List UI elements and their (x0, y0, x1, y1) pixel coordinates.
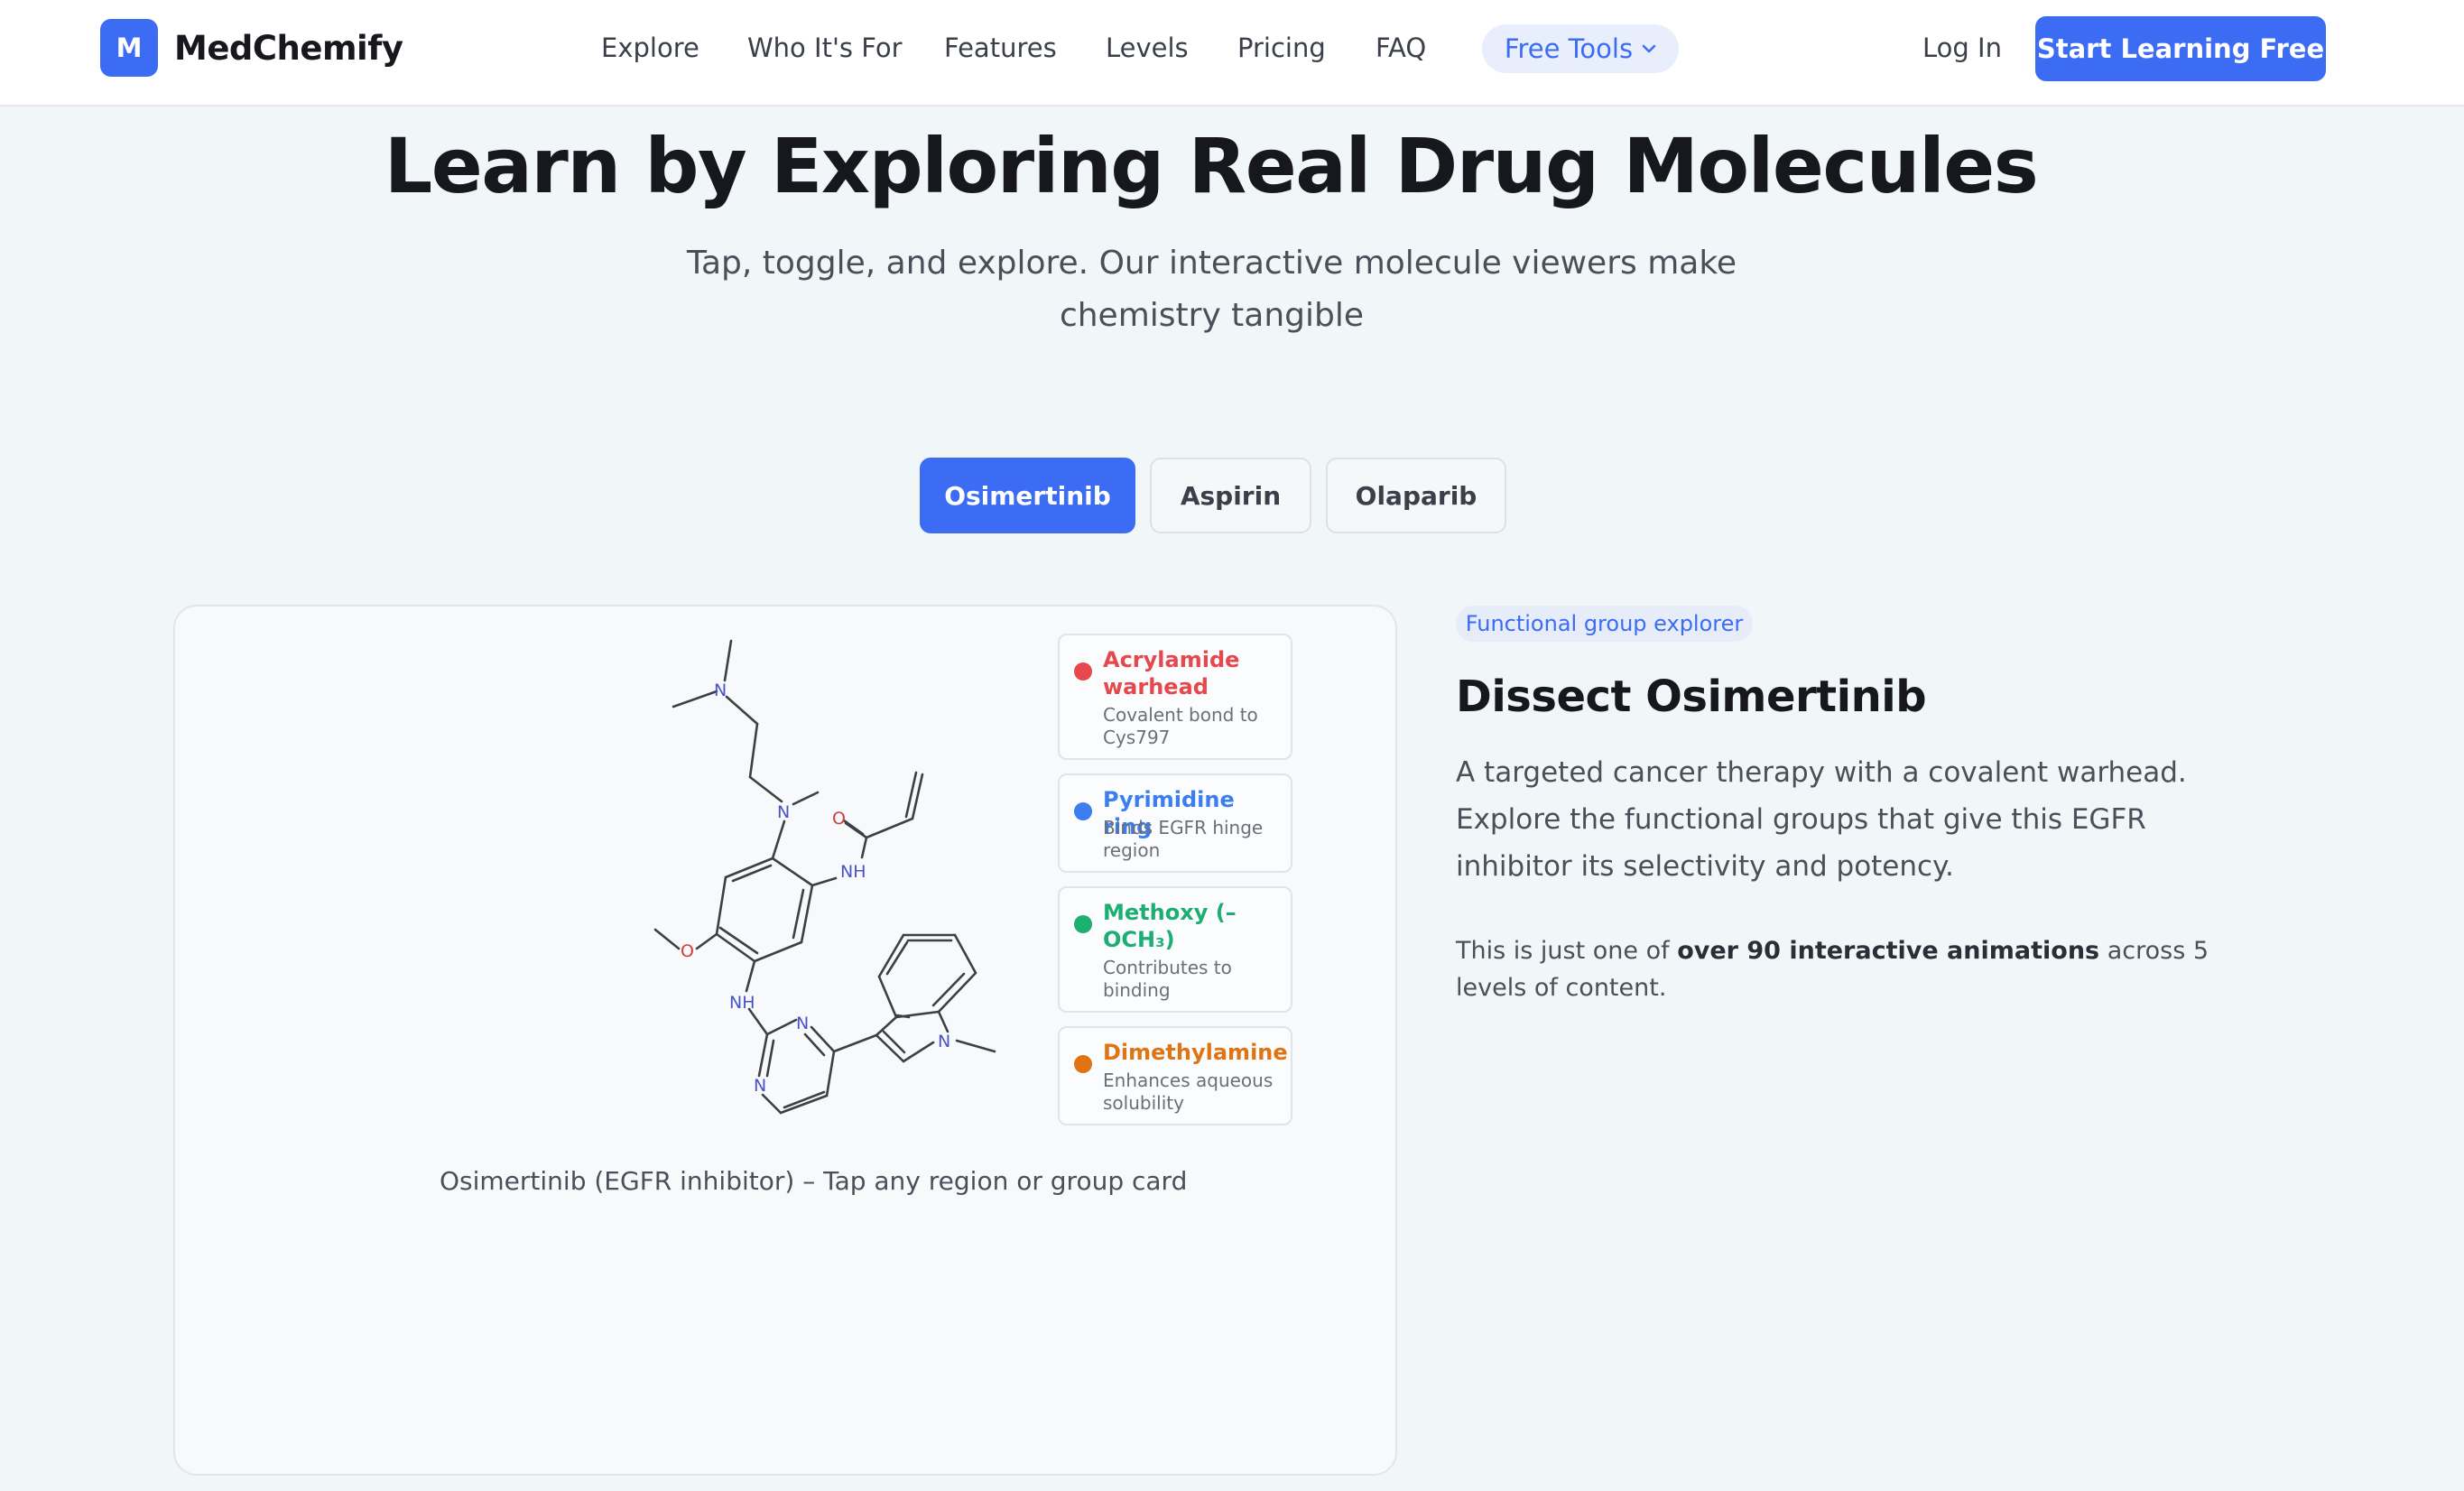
acrylamide-dot-icon (1074, 662, 1092, 681)
molecule-viewer-card: N N O NH O NH N N N Osimertinib (EGFR in… (173, 605, 1397, 1476)
brand-name: MedChemify (174, 28, 403, 68)
explorer-title: Dissect Osimertinib (1456, 671, 1927, 722)
tab-aspirin[interactable]: Aspirin (1150, 458, 1311, 533)
chevron-down-icon (1642, 44, 1656, 53)
tab-osimertinib[interactable]: Osimertinib (920, 458, 1135, 533)
molecule-caption: Osimertinib (EGFR inhibitor) – Tap any r… (440, 1166, 1188, 1196)
group-name: Methoxy (–OCH₃) (1103, 900, 1237, 952)
molecule-atom-labels: N N O NH O NH N N N (681, 681, 950, 1096)
group-desc: Contributes to binding (1103, 957, 1232, 1001)
nav-link-features[interactable]: Features (944, 32, 1057, 63)
pyrimidine-dot-icon (1074, 802, 1092, 820)
atom-label-n-pyrimidine-2: N (754, 1076, 766, 1096)
tab-olaparib[interactable]: Olaparib (1326, 458, 1506, 533)
group-name: Dimethylamine (1103, 1040, 1288, 1065)
atom-label-n-aniline: N (777, 802, 790, 822)
atom-label-n-indole: N (938, 1032, 950, 1051)
start-learning-button[interactable]: Start Learning Free (2035, 16, 2326, 81)
nav-link-faq[interactable]: FAQ (1376, 32, 1426, 63)
group-desc: Covalent bond to Cys797 (1103, 704, 1258, 748)
top-nav: M MedChemify Explore Who It's For Featur… (0, 0, 2464, 106)
nav-link-who-its-for[interactable]: Who It's For (747, 32, 903, 63)
group-card-dimethylamine[interactable]: Dimethylamine Enhances aqueous solubilit… (1058, 1026, 1292, 1125)
atom-label-nh-amide: NH (840, 862, 866, 882)
group-card-acrylamide[interactable]: Acrylamide warhead Covalent bond to Cys7… (1058, 634, 1292, 760)
group-card-methoxy[interactable]: Methoxy (–OCH₃) Contributes to binding (1058, 886, 1292, 1013)
nav-link-pricing[interactable]: Pricing (1237, 32, 1326, 63)
atom-label-o-carbonyl: O (832, 809, 846, 829)
nav-link-levels[interactable]: Levels (1106, 32, 1189, 63)
explorer-description: A targeted cancer therapy with a covalen… (1456, 756, 2187, 883)
group-desc: Binds EGFR hinge region (1103, 817, 1264, 861)
hero-title: Learn by Exploring Real Drug Molecules (384, 122, 2039, 210)
dimethylamine-dot-icon (1074, 1055, 1092, 1073)
atom-label-o-methoxy: O (681, 941, 694, 961)
logo-mark: M (100, 19, 158, 77)
group-card-pyrimidine[interactable]: Pyrimidine ring Binds EGFR hinge region (1058, 773, 1292, 873)
nav-link-explore[interactable]: Explore (601, 32, 699, 63)
login-link[interactable]: Log In (1922, 32, 2002, 63)
explorer-badge: Functional group explorer (1456, 606, 1753, 642)
brand-logo[interactable]: M MedChemify (100, 19, 403, 77)
atom-label-nh-linker: NH (729, 993, 755, 1013)
group-desc: Enhances aqueous solubility (1103, 1070, 1274, 1114)
methoxy-dot-icon (1074, 915, 1092, 933)
explorer-note: This is just one of over 90 interactive … (1456, 932, 2268, 1006)
molecule-structure[interactable]: N N O NH O NH N N N (446, 634, 1078, 1157)
hero-subtitle: Tap, toggle, and explore. Our interactiv… (686, 245, 1737, 334)
atom-label-n-amine: N (714, 681, 727, 700)
free-tools-dropdown[interactable]: Free Tools (1482, 24, 1679, 73)
group-name: Acrylamide warhead (1103, 647, 1240, 699)
free-tools-label: Free Tools (1504, 33, 1634, 64)
note-bold: over 90 interactive animations (1677, 937, 2100, 965)
note-prefix: This is just one of (1456, 937, 1670, 965)
atom-label-n-pyrimidine-1: N (796, 1014, 809, 1033)
